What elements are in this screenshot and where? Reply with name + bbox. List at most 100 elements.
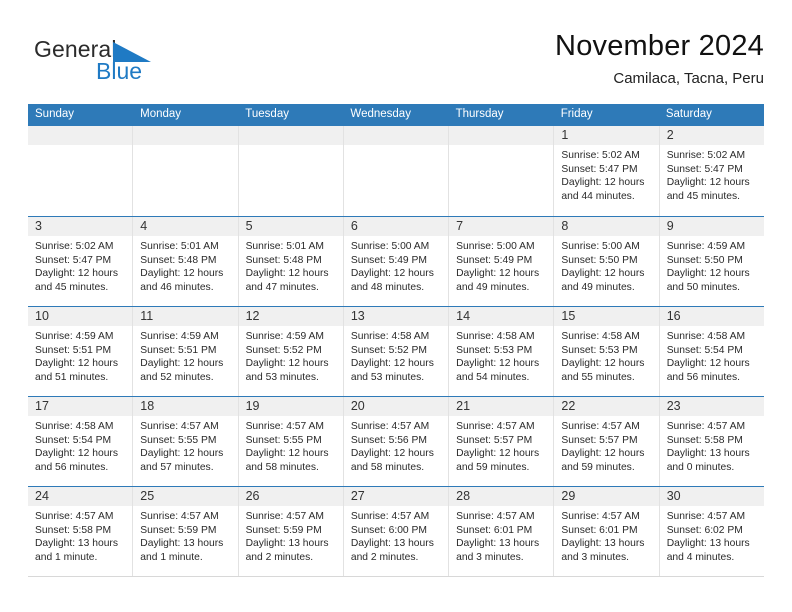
- sunrise-text: Sunrise: 5:00 AM: [350, 241, 430, 252]
- day-cell[interactable]: 23 Sunrise: 4:57 AM Sunset: 5:58 PM Dayligh…: [659, 397, 764, 486]
- day-cell[interactable]: [133, 126, 239, 216]
- day-cell[interactable]: 26 Sunrise: 4:57 AM Sunset: 5:59 PM Dayligh…: [238, 487, 344, 576]
- day-details: Sunrise: 4:57 AM Sunset: 5:59 PM Daylight:…: [239, 506, 343, 564]
- day-details: Sunrise: 4:57 AM Sunset: 5:56 PM Daylight:…: [344, 416, 448, 474]
- day-details: Sunrise: 4:59 AM Sunset: 5:51 PM Daylight:…: [133, 326, 237, 384]
- daylight-text-line2: and 53 minutes.: [245, 371, 319, 383]
- day-cell[interactable]: 6 Sunrise: 5:00 AM Sunset: 5:49 PM Daylight…: [343, 217, 450, 306]
- logo-text-blue: Blue: [96, 58, 143, 84]
- sunrise-text: Sunrise: 4:58 AM: [350, 331, 430, 342]
- day-cell[interactable]: 13 Sunrise: 4:58 AM Sunset: 5:52 PM Dayligh…: [343, 307, 450, 396]
- daylight-text-line2: and 44 minutes.: [561, 190, 635, 202]
- sunrise-text: Sunrise: 4:57 AM: [35, 511, 114, 522]
- day-cell[interactable]: 17 Sunrise: 4:58 AM Sunset: 5:54 PM Dayligh…: [28, 397, 134, 486]
- day-details: [344, 145, 448, 149]
- day-cell[interactable]: [343, 126, 450, 216]
- sunset-text: Sunset: 5:52 PM: [350, 344, 427, 356]
- day-cell[interactable]: 14 Sunrise: 4:58 AM Sunset: 5:53 PM Dayligh…: [449, 307, 555, 396]
- sunrise-text: Sunrise: 5:00 AM: [561, 241, 640, 252]
- daylight-text-line2: and 51 minutes.: [35, 371, 109, 383]
- day-number: 20: [350, 399, 365, 413]
- weekday-header-sunday: Sunday: [35, 108, 75, 120]
- daylight-text-line1: Daylight: 13 hours: [245, 538, 329, 550]
- day-cell[interactable]: 28 Sunrise: 4:57 AM Sunset: 6:01 PM Dayligh…: [449, 487, 555, 576]
- sunrise-text: Sunrise: 4:57 AM: [245, 511, 324, 522]
- daylight-text-line1: Daylight: 12 hours: [140, 358, 224, 370]
- day-cell[interactable]: 8 Sunrise: 5:00 AM Sunset: 5:50 PM Daylight…: [554, 217, 660, 306]
- day-number: 18: [140, 399, 155, 413]
- day-cell[interactable]: 27 Sunrise: 4:57 AM Sunset: 6:00 PM Dayligh…: [343, 487, 450, 576]
- day-cell[interactable]: 19 Sunrise: 4:57 AM Sunset: 5:55 PM Dayligh…: [238, 397, 344, 486]
- sunrise-text: Sunrise: 4:57 AM: [140, 511, 219, 522]
- day-cell[interactable]: 1 Sunrise: 5:02 AM Sunset: 5:47 PM Daylight…: [554, 126, 660, 216]
- sunrise-text: Sunrise: 4:57 AM: [140, 421, 219, 432]
- day-cell[interactable]: 29 Sunrise: 4:57 AM Sunset: 6:01 PM Dayligh…: [554, 487, 660, 576]
- day-cell[interactable]: 12 Sunrise: 4:59 AM Sunset: 5:52 PM Dayligh…: [238, 307, 344, 396]
- daylight-text-line1: Daylight: 12 hours: [35, 268, 118, 280]
- sunset-text: Sunset: 5:58 PM: [666, 434, 743, 446]
- daylight-text-line2: and 1 minute.: [35, 551, 98, 563]
- day-cell[interactable]: 10 Sunrise: 4:59 AM Sunset: 5:51 PM Dayligh…: [28, 307, 134, 396]
- daylight-text-line2: and 52 minutes.: [140, 371, 214, 383]
- daylight-text-line2: and 2 minutes.: [245, 551, 314, 563]
- daylight-text-line1: Daylight: 12 hours: [666, 358, 750, 370]
- sunset-text: Sunset: 5:50 PM: [666, 254, 743, 266]
- calendar-week-row: 3 Sunrise: 5:02 AM Sunset: 5:47 PM Daylight…: [28, 216, 764, 306]
- sunset-text: Sunset: 5:59 PM: [245, 524, 322, 536]
- day-cell[interactable]: 20 Sunrise: 4:57 AM Sunset: 5:56 PM Dayligh…: [343, 397, 450, 486]
- day-number: 9: [666, 219, 674, 233]
- day-cell[interactable]: 15 Sunrise: 4:58 AM Sunset: 5:53 PM Dayligh…: [554, 307, 660, 396]
- location-subtitle: Camilaca, Tacna, Peru: [613, 70, 764, 87]
- sunset-text: Sunset: 5:57 PM: [561, 434, 638, 446]
- daylight-text-line1: Daylight: 12 hours: [456, 448, 540, 460]
- title-block: November 2024 Camilaca, Tacna, Peru: [555, 28, 764, 90]
- day-cell[interactable]: 11 Sunrise: 4:59 AM Sunset: 5:51 PM Dayligh…: [133, 307, 239, 396]
- daylight-text-line1: Daylight: 12 hours: [561, 358, 645, 370]
- sunset-text: Sunset: 5:53 PM: [456, 344, 533, 356]
- daylight-text-line1: Daylight: 12 hours: [456, 358, 540, 370]
- day-details: Sunrise: 4:57 AM Sunset: 6:01 PM Daylight:…: [449, 506, 553, 564]
- sunrise-text: Sunrise: 5:02 AM: [561, 150, 640, 161]
- sunset-text: Sunset: 6:01 PM: [456, 524, 533, 536]
- day-cell[interactable]: 24 Sunrise: 4:57 AM Sunset: 5:58 PM Dayligh…: [28, 487, 134, 576]
- day-cell[interactable]: 18 Sunrise: 4:57 AM Sunset: 5:55 PM Dayligh…: [133, 397, 239, 486]
- day-details: Sunrise: 4:57 AM Sunset: 5:58 PM Daylight:…: [660, 416, 764, 474]
- sunset-text: Sunset: 5:49 PM: [350, 254, 427, 266]
- day-cell[interactable]: 9 Sunrise: 4:59 AM Sunset: 5:50 PM Daylight…: [659, 217, 764, 306]
- day-cell[interactable]: [238, 126, 344, 216]
- sunrise-text: Sunrise: 5:01 AM: [245, 241, 324, 252]
- day-cell[interactable]: [28, 126, 134, 216]
- sunrise-text: Sunrise: 4:59 AM: [35, 331, 114, 342]
- daylight-text-line1: Daylight: 12 hours: [666, 177, 750, 189]
- day-cell[interactable]: 2 Sunrise: 5:02 AM Sunset: 5:47 PM Daylight…: [659, 126, 764, 216]
- day-details: Sunrise: 4:59 AM Sunset: 5:50 PM Daylight:…: [660, 236, 764, 294]
- day-number: 14: [456, 309, 471, 323]
- sunset-text: Sunset: 5:53 PM: [561, 344, 638, 356]
- sunset-text: Sunset: 5:51 PM: [35, 344, 112, 356]
- day-cell[interactable]: 30 Sunrise: 4:57 AM Sunset: 6:02 PM Dayligh…: [659, 487, 764, 576]
- day-cell[interactable]: 4 Sunrise: 5:01 AM Sunset: 5:48 PM Daylight…: [133, 217, 239, 306]
- daylight-text-line2: and 1 minute.: [140, 551, 203, 563]
- sunset-text: Sunset: 6:02 PM: [666, 524, 743, 536]
- sunrise-text: Sunrise: 4:59 AM: [666, 241, 746, 252]
- sunset-text: Sunset: 5:55 PM: [245, 434, 322, 446]
- day-cell[interactable]: 21 Sunrise: 4:57 AM Sunset: 5:57 PM Dayligh…: [449, 397, 555, 486]
- sunrise-text: Sunrise: 4:58 AM: [35, 421, 114, 432]
- day-cell[interactable]: 7 Sunrise: 5:00 AM Sunset: 5:49 PM Daylight…: [449, 217, 555, 306]
- generalblue-logo[interactable]: General Blue: [34, 36, 174, 90]
- day-cell[interactable]: 25 Sunrise: 4:57 AM Sunset: 5:59 PM Dayligh…: [133, 487, 239, 576]
- sunrise-text: Sunrise: 4:57 AM: [350, 511, 430, 522]
- day-number: 4: [140, 219, 148, 233]
- day-cell[interactable]: 16 Sunrise: 4:58 AM Sunset: 5:54 PM Dayligh…: [659, 307, 764, 396]
- daylight-text-line1: Daylight: 12 hours: [35, 448, 118, 460]
- sunset-text: Sunset: 5:51 PM: [140, 344, 217, 356]
- day-number: 1: [561, 128, 569, 142]
- daylight-text-line1: Daylight: 13 hours: [666, 448, 750, 460]
- day-details: Sunrise: 5:02 AM Sunset: 5:47 PM Daylight:…: [660, 145, 764, 203]
- day-cell[interactable]: 22 Sunrise: 4:57 AM Sunset: 5:57 PM Dayligh…: [554, 397, 660, 486]
- weekday-header-row: Sunday Monday Tuesday Wednesday Thursday…: [28, 104, 764, 125]
- day-cell[interactable]: [449, 126, 555, 216]
- day-cell[interactable]: 5 Sunrise: 5:01 AM Sunset: 5:48 PM Daylight…: [238, 217, 344, 306]
- day-number: 3: [35, 219, 42, 233]
- day-cell[interactable]: 3 Sunrise: 5:02 AM Sunset: 5:47 PM Daylight…: [28, 217, 134, 306]
